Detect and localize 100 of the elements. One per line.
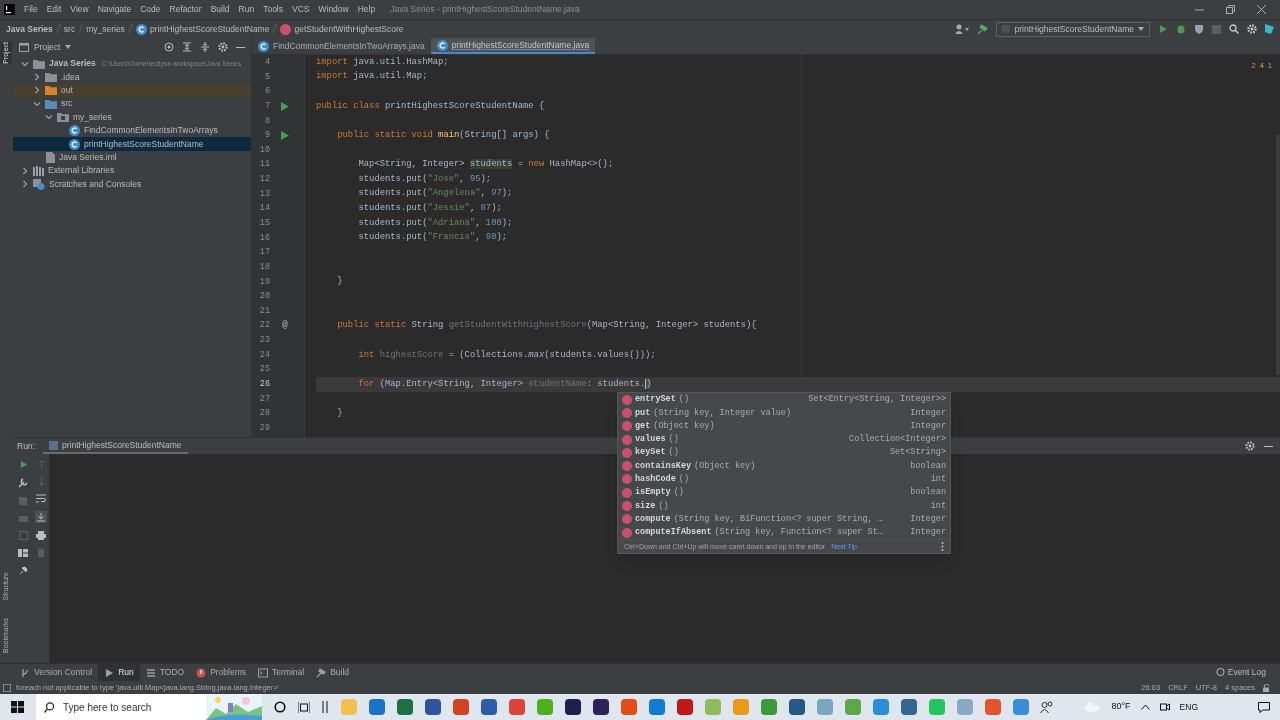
completion-item[interactable]: compute (String key, BiFunction<? super String, … Integer xyxy=(618,512,950,526)
scroll-to-end-icon[interactable] xyxy=(35,511,47,523)
breadcrumb[interactable]: Java Series xyxy=(6,22,53,36)
completion-item[interactable]: computeIfAbsent (String key, Function<? super St… Integer xyxy=(618,525,950,540)
tree-item[interactable]: my_series xyxy=(13,110,251,124)
breadcrumb[interactable]: my_series xyxy=(86,22,125,36)
settings-icon[interactable] xyxy=(1245,441,1255,451)
tool-tab[interactable]: TODO xyxy=(139,664,191,681)
pause-icon[interactable] xyxy=(322,701,328,713)
breadcrumb[interactable]: getStudentWithHighestScore xyxy=(294,22,404,36)
wrap-icon[interactable] xyxy=(36,494,46,503)
language-indicator[interactable]: ENG xyxy=(1179,700,1198,714)
terminal-icon[interactable] xyxy=(258,667,269,678)
breadcrumb[interactable]: printHighestScoreStudentName xyxy=(149,22,270,36)
event-log-button[interactable]: Event Log xyxy=(1215,666,1266,679)
completion-item[interactable]: containsKey (Object key) boolean xyxy=(618,459,950,473)
tool-tab[interactable]: Terminal xyxy=(252,664,311,681)
menu-item[interactable]: Edit xyxy=(46,3,62,16)
completion-item[interactable]: isEmpty () boolean xyxy=(618,486,950,500)
app-icon[interactable] xyxy=(788,698,806,716)
menu-item[interactable]: Refactor xyxy=(169,3,202,16)
tool-tab[interactable]: Build xyxy=(310,664,356,681)
method-icon xyxy=(622,527,632,538)
run-gutter-icon[interactable] xyxy=(281,101,289,111)
tree-item[interactable]: Scratches and Consoles xyxy=(13,177,251,191)
search-input[interactable]: Type here to search xyxy=(63,699,193,715)
tool-tab[interactable]: Version Control xyxy=(14,664,99,681)
menu-item[interactable]: Help xyxy=(357,3,376,16)
menu-item[interactable]: File xyxy=(24,3,38,16)
tree-item[interactable]: out xyxy=(13,83,251,98)
error-icon[interactable] xyxy=(196,667,207,678)
tree-item[interactable]: printHighestScoreStudentName xyxy=(13,137,251,151)
completion-item[interactable]: size () int xyxy=(618,499,950,513)
play-icon[interactable] xyxy=(18,460,28,469)
play-icon[interactable] xyxy=(1158,24,1168,34)
editor-tab[interactable]: FindCommonElementsInTwoArrays.java xyxy=(252,38,431,54)
override-marker[interactable]: @ xyxy=(282,319,288,333)
chevron-up-icon[interactable] xyxy=(1140,704,1150,710)
menu-item[interactable]: Run xyxy=(238,3,255,16)
completion-item[interactable]: entrySet () Set<Entry<String, Integer>> xyxy=(618,393,950,407)
settings-icon[interactable] xyxy=(1247,24,1257,34)
tree-item[interactable]: Java Series.iml xyxy=(13,150,251,165)
panel-title[interactable]: Project xyxy=(34,40,61,54)
pin-icon[interactable] xyxy=(18,566,28,575)
menu-item[interactable]: Tools xyxy=(263,3,283,16)
breadcrumb[interactable]: src xyxy=(63,22,76,36)
hammer-icon[interactable] xyxy=(977,23,989,35)
wrench-icon[interactable] xyxy=(18,478,28,488)
list-icon[interactable] xyxy=(145,667,156,678)
app-icon[interactable] xyxy=(424,698,442,716)
locate-icon[interactable] xyxy=(164,42,174,52)
close-icon[interactable] xyxy=(1257,5,1266,14)
completion-item[interactable]: keySet () Set<String> xyxy=(618,446,950,460)
menu-item[interactable]: Window xyxy=(318,3,349,16)
layout-icon[interactable] xyxy=(18,549,28,557)
restore-icon[interactable] xyxy=(1226,5,1235,14)
menu-item[interactable]: View xyxy=(70,3,89,16)
taskbar-search-field[interactable]: Type here to search xyxy=(36,694,262,720)
run-config-dropdown[interactable]: printHighestScoreStudentName xyxy=(996,21,1150,37)
method-icon xyxy=(622,487,632,498)
tool-tab[interactable]: Run xyxy=(98,664,140,681)
line-number: 27 xyxy=(258,392,270,406)
plugin-logo-icon[interactable] xyxy=(1265,24,1274,34)
run-gutter-icon[interactable] xyxy=(281,131,289,140)
menu-item[interactable]: Code xyxy=(140,3,161,16)
editor-tab[interactable]: printHighestScoreStudentName.java xyxy=(430,38,596,54)
user-icon[interactable] xyxy=(955,24,970,34)
lock-icon[interactable] xyxy=(1263,683,1271,692)
people-icon[interactable] xyxy=(1040,701,1054,713)
play-icon[interactable] xyxy=(104,667,115,678)
completion-item[interactable]: get (Object key) Integer xyxy=(618,419,950,433)
hammer-icon[interactable] xyxy=(316,667,327,678)
tree-item[interactable]: External Libraries xyxy=(13,164,251,178)
search-icon[interactable] xyxy=(1229,24,1239,34)
menu-item[interactable]: Navigate xyxy=(97,3,132,16)
print-icon[interactable] xyxy=(36,531,46,540)
tool-tab[interactable]: Problems xyxy=(190,664,253,681)
settings-icon[interactable] xyxy=(218,42,228,52)
menu-item[interactable]: Build xyxy=(210,3,230,16)
app-icon[interactable] xyxy=(564,698,582,716)
completion-item[interactable]: values () Collection<Integer> xyxy=(618,432,950,447)
status-toggle-icon[interactable] xyxy=(3,683,11,692)
tree-item[interactable]: src xyxy=(13,97,251,111)
app-icon[interactable] xyxy=(592,698,610,716)
completion-item[interactable]: hashCode () int xyxy=(618,472,950,487)
tree-item[interactable]: .idea xyxy=(13,70,251,84)
caret-icon[interactable] xyxy=(65,45,72,49)
tree-item[interactable]: FindCommonElementsInTwoArrays xyxy=(13,123,251,138)
more-icon[interactable] xyxy=(941,542,944,552)
notification-icon[interactable] xyxy=(1258,701,1270,713)
task-view-icon[interactable] xyxy=(298,701,310,713)
expand-all-icon[interactable] xyxy=(182,42,192,52)
branch-icon[interactable] xyxy=(20,667,30,678)
collapse-all-icon[interactable] xyxy=(200,42,210,52)
chevron-down-icon[interactable] xyxy=(21,59,29,68)
completion-item[interactable]: put (String key, Integer value) Integer xyxy=(618,406,950,420)
line-number: 19 xyxy=(258,275,270,289)
circle-icon[interactable] xyxy=(274,701,286,713)
menu-item[interactable]: VCS xyxy=(292,3,310,16)
weather-text[interactable]: 80°F xyxy=(1111,700,1131,714)
